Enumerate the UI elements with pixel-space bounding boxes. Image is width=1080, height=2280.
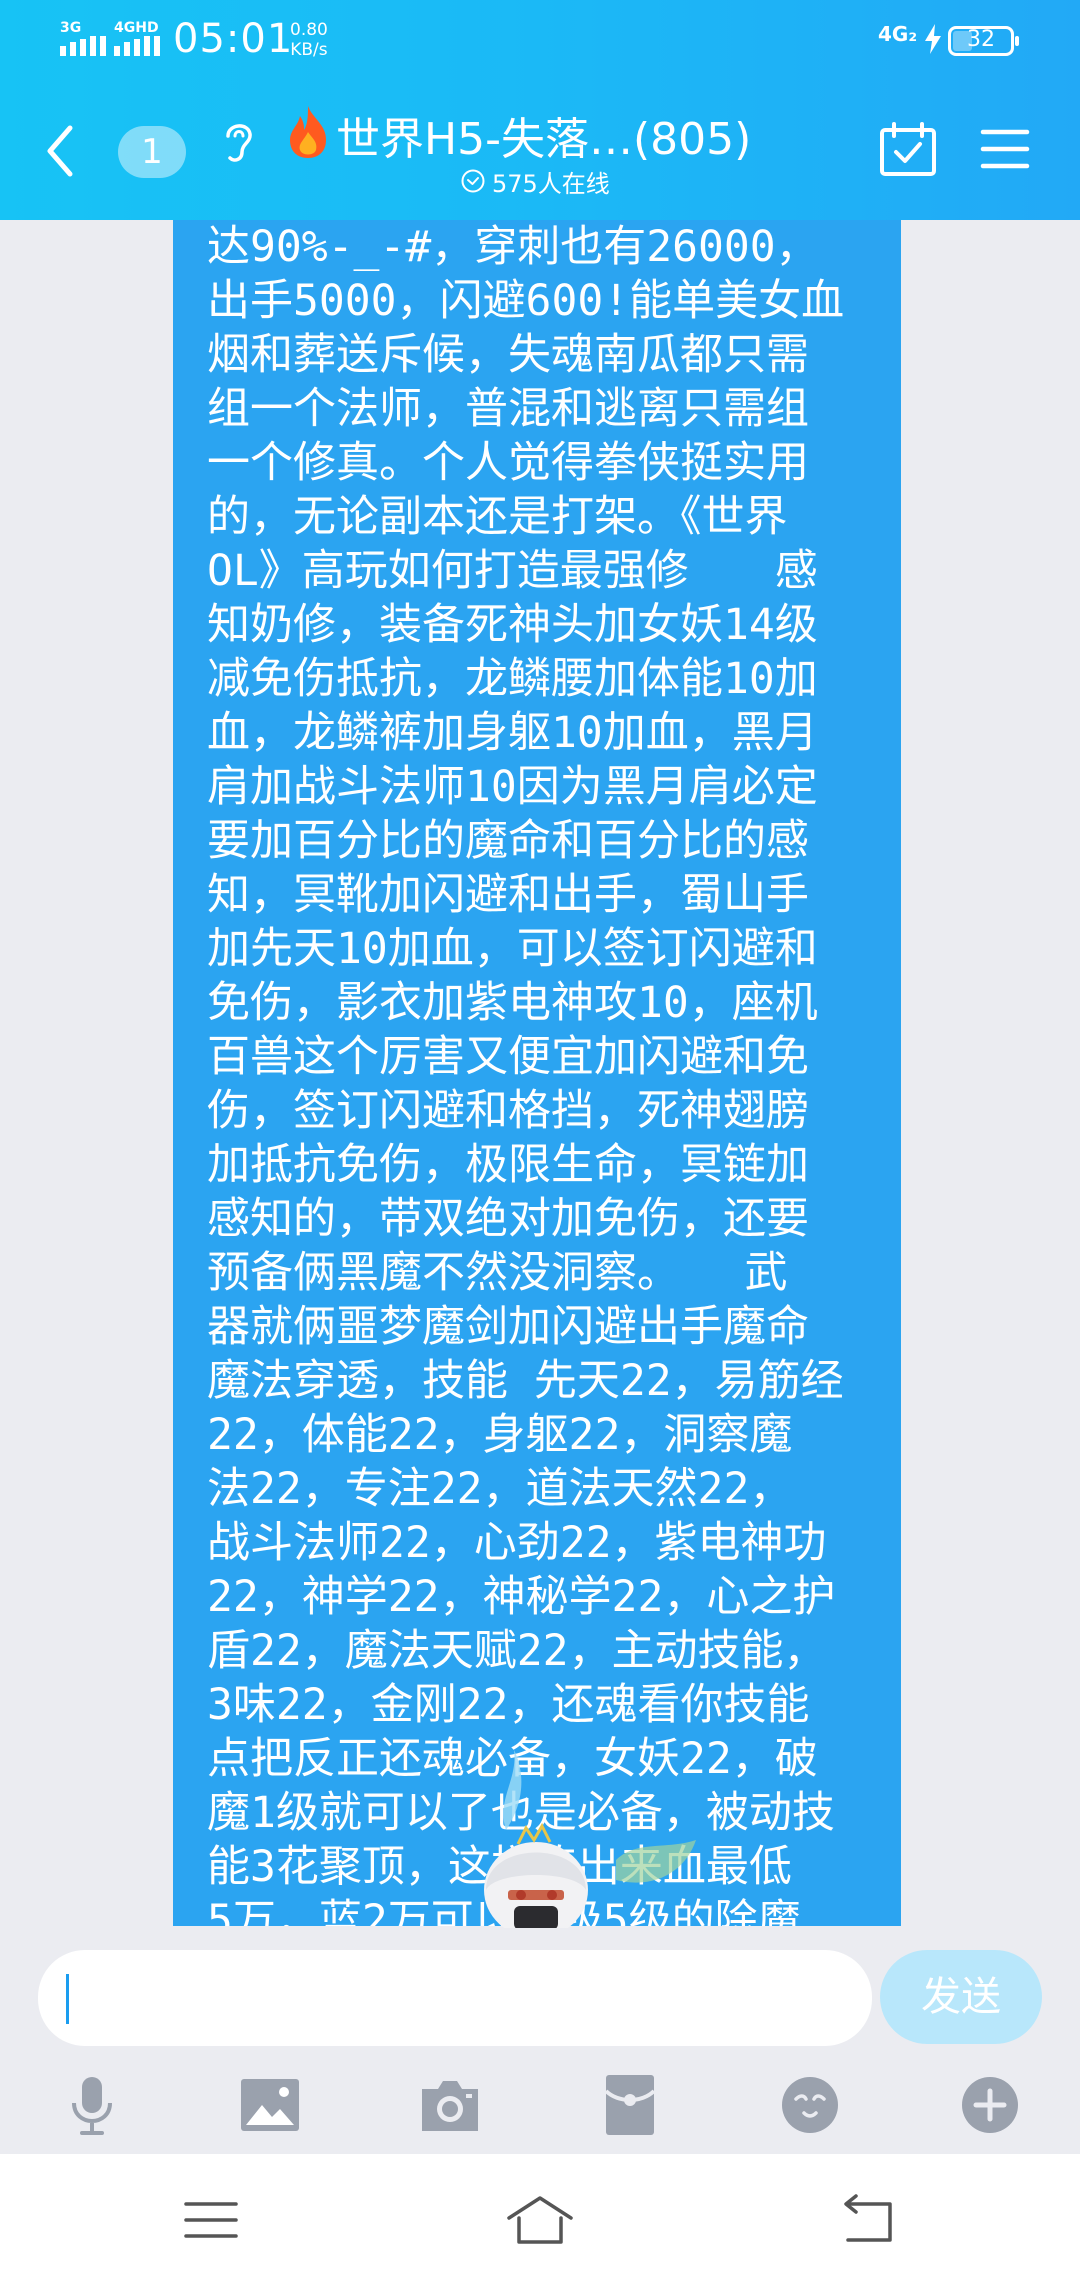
message-line: 减免伤抵抗，龙鳞腰加体能10加: [207, 654, 818, 704]
message-input[interactable]: [38, 1950, 872, 2046]
message-line: 知奶修，装备死神头加女妖14级: [207, 600, 818, 650]
message-line: 血，龙鳞裤加身躯10加血，黑月: [207, 708, 818, 758]
network-label-2: 4GHD: [114, 20, 159, 36]
message-line: 组一个法师，普混和逃离只需组: [207, 384, 809, 434]
message-line: 达90%-_-#，穿刺也有26000，: [207, 222, 819, 272]
microphone-icon[interactable]: [60, 2073, 124, 2137]
message-line: 百兽这个厉害又便宜加闪避和免: [207, 1032, 809, 1082]
online-text: 575人在线: [492, 169, 610, 198]
message-line: 免伤，影衣加紫电神攻10，座机: [207, 978, 818, 1028]
message-line: 器就俩噩梦魔剑加闪避出手魔命: [207, 1302, 809, 1352]
signal-4g-icon: 4GHD: [114, 20, 166, 56]
message-line: 伤，签订闪避和格挡，死神翅膀: [207, 1086, 809, 1136]
home-button[interactable]: [505, 2192, 575, 2248]
message-line: 盾22，魔法天赋22，主动技能，: [207, 1626, 827, 1676]
image-icon[interactable]: [238, 2073, 302, 2137]
unread-count-badge[interactable]: 1: [118, 126, 186, 178]
message-line: 肩加战斗法师10因为黑月肩必定: [207, 762, 818, 812]
message-line: 知，冥靴加闪避和出手，蜀山手: [207, 870, 809, 920]
message-line: 出手5000，闪避600!能单美女血: [207, 276, 845, 326]
chat-header: 3G 4GHD 05:01 0.80 KB/s 4G₂ 32 1 世界H5-失落…: [0, 0, 1080, 220]
speed-value: 0.80: [290, 20, 328, 40]
battery-icon: 32: [948, 26, 1019, 56]
menu-icon[interactable]: [980, 126, 1030, 172]
signal-3g-icon: 3G: [60, 20, 108, 56]
camera-icon[interactable]: [418, 2073, 482, 2137]
message-text: 达90%-_-#，穿刺也有26000， 出手5000，闪避600!能单美女血 烟和葬…: [207, 220, 844, 1926]
system-nav-bar: [0, 2154, 1080, 2280]
message-line: 3味22，金刚22，还魂看你技能: [207, 1680, 810, 1730]
message-line: 烟和葬送斥候，失魂南瓜都只需: [207, 330, 809, 380]
back-nav-button[interactable]: [834, 2192, 904, 2248]
message-line: 一个修真。个人觉得拳侠挺实用: [207, 438, 809, 488]
message-line: 22，神学22，神秘学22，心之护: [207, 1572, 836, 1622]
red-packet-icon[interactable]: [598, 2073, 662, 2137]
recent-apps-button[interactable]: [176, 2192, 246, 2248]
message-line: 法22，专注22，道法天然22，: [207, 1464, 793, 1514]
message-bubble[interactable]: 达90%-_-#，穿刺也有26000， 出手5000，闪避600!能单美女血 烟和葬…: [173, 220, 901, 1926]
fire-icon: [290, 106, 326, 158]
battery-level: 32: [967, 27, 995, 52]
message-line: 加抵抗免伤，极限生命，冥链加: [207, 1140, 809, 1190]
back-button[interactable]: [36, 118, 88, 184]
calendar-icon[interactable]: [878, 122, 938, 178]
input-area: 发送: [0, 1928, 1080, 2154]
message-line: 预备俩黑魔不然没洞察。 武: [207, 1248, 788, 1298]
charging-icon: [925, 24, 941, 54]
online-count: 575人在线: [460, 165, 610, 198]
message-line: 22，体能22，身躯22，洞察魔: [207, 1410, 793, 1460]
send-button[interactable]: 发送: [880, 1950, 1042, 2044]
plus-icon[interactable]: [958, 2073, 1022, 2137]
emoji-icon[interactable]: [778, 2073, 842, 2137]
message-line: 感知的，带双绝对加免伤，还要: [207, 1194, 809, 1244]
speed-unit: KB/s: [290, 40, 328, 60]
message-line: 战斗法师22，心劲22，紫电神功: [207, 1518, 827, 1568]
message-line: 魔法穿透，技能 先天22，易筋经: [207, 1356, 844, 1406]
network-speed: 0.80 KB/s: [290, 20, 328, 60]
group-title[interactable]: 世界H5-失落…(805): [336, 103, 751, 167]
text-cursor: [66, 1974, 69, 2024]
message-line: OL》高玩如何打造最强修 感: [207, 546, 818, 596]
network-label-1: 3G: [60, 20, 82, 36]
message-line: 要加百分比的魔命和百分比的感: [207, 816, 809, 866]
status-bar: 3G 4GHD 05:01 0.80 KB/s 4G₂ 32: [0, 0, 1080, 84]
network-right-label: 4G₂: [878, 22, 918, 46]
avatar-sticker: [484, 1750, 696, 1928]
ear-icon[interactable]: [218, 116, 258, 168]
message-line: 的，无论副本还是打架。《世界: [207, 492, 788, 542]
chat-message-list[interactable]: 达90%-_-#，穿刺也有26000， 出手5000，闪避600!能单美女血 烟和葬…: [0, 220, 1080, 1928]
online-check-icon: [461, 169, 485, 193]
message-line: 加先天10加血，可以签订闪避和: [207, 924, 818, 974]
clock: 05:01: [173, 16, 294, 62]
